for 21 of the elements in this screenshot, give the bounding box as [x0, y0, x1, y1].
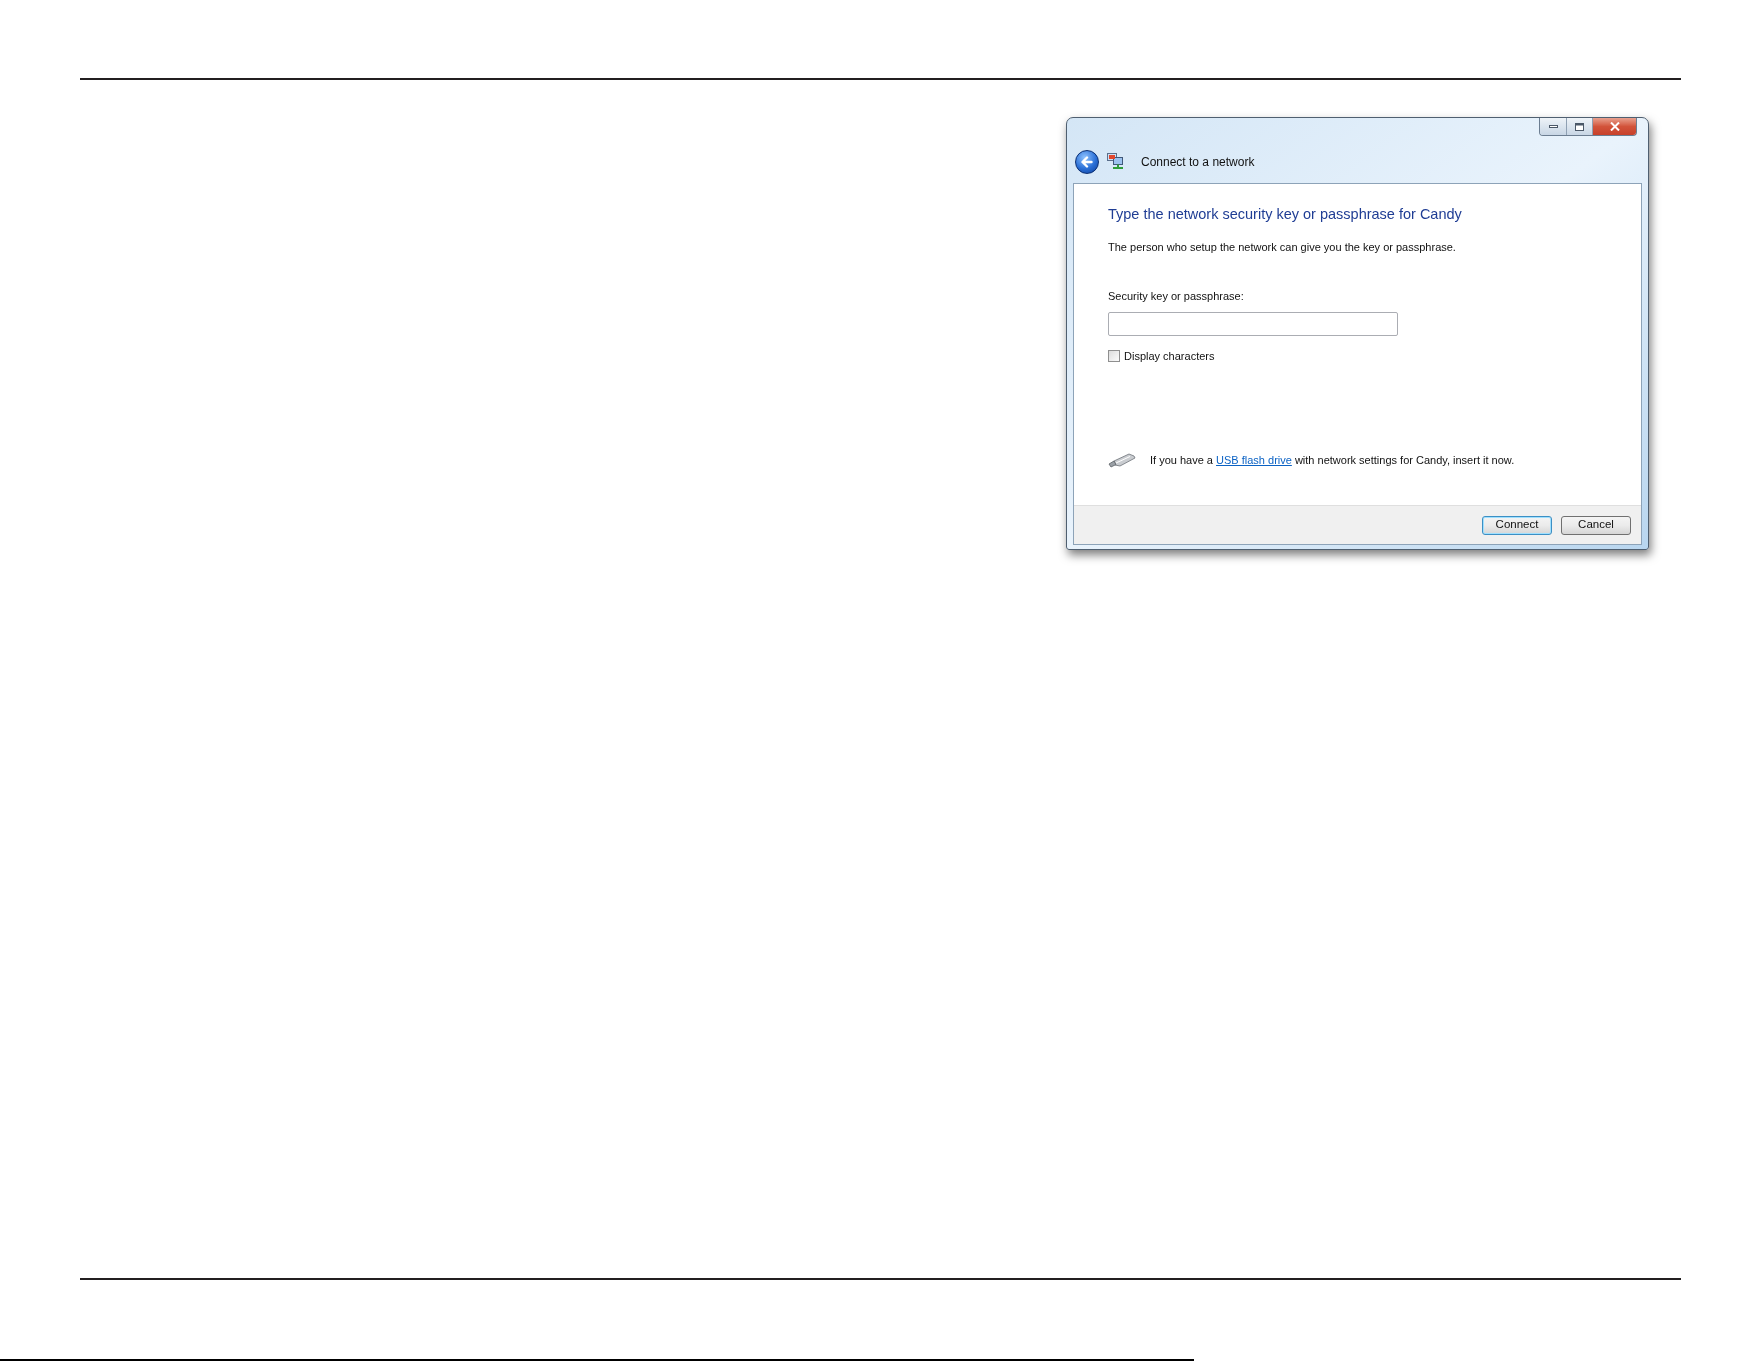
minimize-button[interactable]	[1540, 118, 1567, 135]
passphrase-field[interactable]	[1108, 312, 1398, 336]
left-arrow-icon	[1081, 156, 1093, 168]
network-computers-icon	[1107, 153, 1123, 171]
description-text: The person who setup the network can give you the key or passphrase.	[1108, 240, 1456, 255]
usb-drive-icon	[1108, 452, 1136, 468]
dialog-heading: Type the network security key or passphrase for Candy	[1108, 205, 1462, 224]
back-button[interactable]	[1075, 150, 1099, 174]
usb-hint-text: If you have a USB flash drive with network settings for Candy, insert it now.	[1150, 453, 1515, 468]
maximize-button[interactable]	[1567, 118, 1593, 135]
checkbox-label: Display characters	[1124, 349, 1215, 364]
usb-flash-drive-link[interactable]: USB flash drive	[1216, 454, 1292, 466]
close-button[interactable]	[1593, 118, 1636, 135]
minimize-icon	[1548, 125, 1558, 128]
close-icon	[1609, 122, 1620, 131]
window-title: Connect to a network	[1141, 154, 1255, 171]
cancel-button[interactable]: Cancel	[1561, 515, 1631, 535]
maximize-icon	[1575, 122, 1584, 131]
field-label: Security key or passphrase:	[1108, 289, 1244, 304]
display-characters-checkbox[interactable]	[1108, 350, 1120, 362]
connect-button[interactable]: Connect	[1482, 515, 1552, 535]
